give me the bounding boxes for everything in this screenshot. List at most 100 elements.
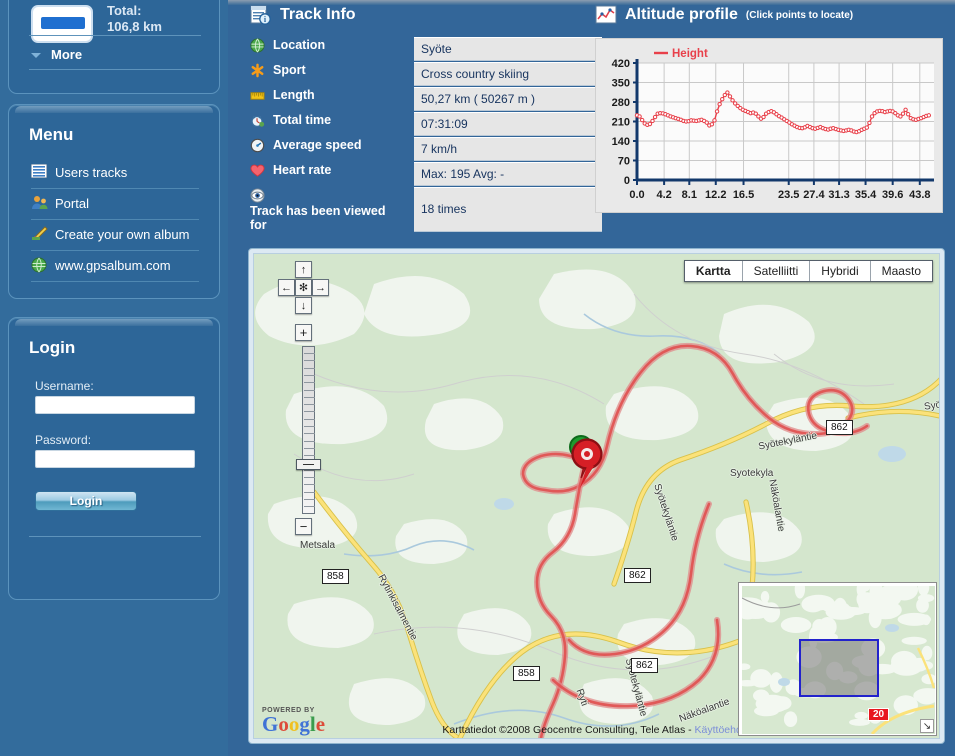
list-icon xyxy=(31,164,49,180)
password-label: Password: xyxy=(35,433,91,447)
clock-icon xyxy=(250,113,266,129)
stats-panel: Total: 106,8 km More xyxy=(8,0,220,94)
chart-icon xyxy=(595,5,617,25)
svg-text:27.4: 27.4 xyxy=(803,189,825,201)
info-document-icon: i xyxy=(250,5,272,25)
map-type-bar: Kartta Satelliitti Hybridi Maasto xyxy=(684,260,933,282)
track-info-row: Heart rate Max: 195 Avg: - xyxy=(250,163,602,188)
track-info-heading: i Track Info xyxy=(250,5,356,25)
zoom-slider-tick xyxy=(304,506,315,507)
ruler-icon xyxy=(250,88,266,104)
svg-text:8.1: 8.1 xyxy=(682,189,697,201)
sidebar-item-create-album[interactable]: Create your own album xyxy=(31,219,211,249)
zoom-out-button[interactable]: − xyxy=(295,518,312,535)
map-type-maasto[interactable]: Maasto xyxy=(871,261,932,281)
row-value: 50,27 km ( 50267 m ) xyxy=(414,87,602,111)
svg-text:Height: Height xyxy=(672,48,708,60)
altitude-heading: Altitude profile (Click points to locate… xyxy=(595,5,853,25)
map-place-label: Syotekyla xyxy=(730,468,773,479)
eye-icon xyxy=(250,188,266,204)
sidebar-item-label: Portal xyxy=(55,196,89,211)
minimap-collapse-button[interactable]: ↘ xyxy=(920,719,934,733)
row-value: Cross country skiing xyxy=(414,62,602,86)
minimap-viewport-box[interactable] xyxy=(799,639,879,697)
road-shield: 862 xyxy=(624,568,651,583)
center-map-button[interactable]: ✻ xyxy=(295,279,312,296)
speed-icon xyxy=(250,138,266,154)
zoom-slider-tick xyxy=(304,441,315,442)
zoom-slider-tick xyxy=(304,360,315,361)
pan-down-button[interactable]: ↓ xyxy=(295,297,312,314)
menu-title: Menu xyxy=(29,125,73,145)
map-type-kartta[interactable]: Kartta xyxy=(685,261,743,281)
row-label: Total time xyxy=(250,113,410,129)
map-container: Kartta Satelliitti Hybridi Maasto ↑ ← ✻ … xyxy=(248,248,945,744)
zoom-slider-tick xyxy=(304,484,315,485)
row-value: 7 km/h xyxy=(414,137,602,161)
sidebar-item-portal[interactable]: Portal xyxy=(31,188,211,218)
zoom-slider-tick xyxy=(304,353,315,354)
svg-text:280: 280 xyxy=(612,97,630,109)
map-place-label: Metsala xyxy=(300,540,335,551)
road-shield: 858 xyxy=(322,569,349,584)
divider xyxy=(31,281,199,282)
svg-text:12.2: 12.2 xyxy=(705,189,726,201)
zoom-slider-track[interactable] xyxy=(302,346,315,514)
pan-right-button[interactable]: → xyxy=(312,279,329,296)
svg-text:350: 350 xyxy=(612,78,630,90)
zoom-slider-tick xyxy=(304,390,315,391)
map-type-satelliitti[interactable]: Satelliitti xyxy=(743,261,811,281)
divider xyxy=(29,536,201,537)
pan-left-button[interactable]: ← xyxy=(278,279,295,296)
row-label: Heart rate xyxy=(250,163,410,179)
panel-sheen xyxy=(15,319,213,326)
attribution-text: Karttatiedot ©2008 Geocentre Consulting,… xyxy=(442,724,694,736)
row-label-text: Location xyxy=(273,38,325,52)
sidebar-item-label: Create your own album xyxy=(55,227,189,242)
main-content: i Track Info Location Syöte Sport Cross … xyxy=(228,0,955,756)
track-thumbnail[interactable] xyxy=(31,5,93,43)
pan-up-button[interactable]: ↑ xyxy=(295,261,312,278)
svg-text:140: 140 xyxy=(612,136,630,148)
map-canvas[interactable]: Kartta Satelliitti Hybridi Maasto ↑ ← ✻ … xyxy=(253,253,940,739)
username-input[interactable] xyxy=(35,396,195,414)
panel-sheen xyxy=(15,106,213,113)
asterisk-icon xyxy=(250,63,266,79)
sidebar-item-label: Users tracks xyxy=(55,165,127,180)
svg-text:39.6: 39.6 xyxy=(882,189,903,201)
username-label: Username: xyxy=(35,379,94,393)
total-value: 106,8 km xyxy=(107,19,162,35)
minimap[interactable]: 20 ↘ xyxy=(738,582,937,736)
zoom-slider-tick xyxy=(304,448,315,449)
map-type-hybridi[interactable]: Hybridi xyxy=(810,261,870,281)
row-label-text: Length xyxy=(273,88,315,102)
row-label: Length xyxy=(250,88,410,104)
more-toggle[interactable]: More xyxy=(31,47,82,62)
zoom-slider-tick xyxy=(304,433,315,434)
sidebar-item-label: www.gpsalbum.com xyxy=(55,258,171,273)
login-button[interactable]: Login xyxy=(35,491,137,511)
zoom-slider-tick xyxy=(304,375,315,376)
altitude-chart[interactable]: 0 70 140 210 280 350 420 0.0 4.2 8.1 12.2 16.5 23.5 2… xyxy=(595,38,943,213)
total-label: Total: xyxy=(107,3,162,19)
track-info-row: Length 50,27 km ( 50267 m ) xyxy=(250,88,602,113)
google-logo: POWERED BY Google xyxy=(262,707,325,734)
road-shield: 862 xyxy=(631,658,658,673)
altitude-title: Altitude profile xyxy=(625,6,738,24)
row-label-text: Track has been viewed for xyxy=(250,204,398,232)
row-label: Average speed xyxy=(250,138,410,154)
svg-text:35.4: 35.4 xyxy=(855,189,877,201)
sidebar-item-users-tracks[interactable]: Users tracks xyxy=(31,157,211,187)
row-label: Location xyxy=(250,38,410,54)
track-info-row: Track has been viewed for 18 times xyxy=(250,188,602,234)
row-label-text: Sport xyxy=(273,63,306,77)
zoom-in-button[interactable]: + xyxy=(295,324,312,341)
track-info-row: Location Syöte xyxy=(250,38,602,63)
row-label-text: Total time xyxy=(273,113,331,127)
row-value: Syöte xyxy=(414,37,602,61)
sidebar-item-website[interactable]: www.gpsalbum.com xyxy=(31,250,211,280)
password-input[interactable] xyxy=(35,450,195,468)
zoom-slider-tick xyxy=(304,368,315,369)
zoom-slider-handle[interactable] xyxy=(296,459,321,470)
svg-text:0.0: 0.0 xyxy=(629,189,644,201)
